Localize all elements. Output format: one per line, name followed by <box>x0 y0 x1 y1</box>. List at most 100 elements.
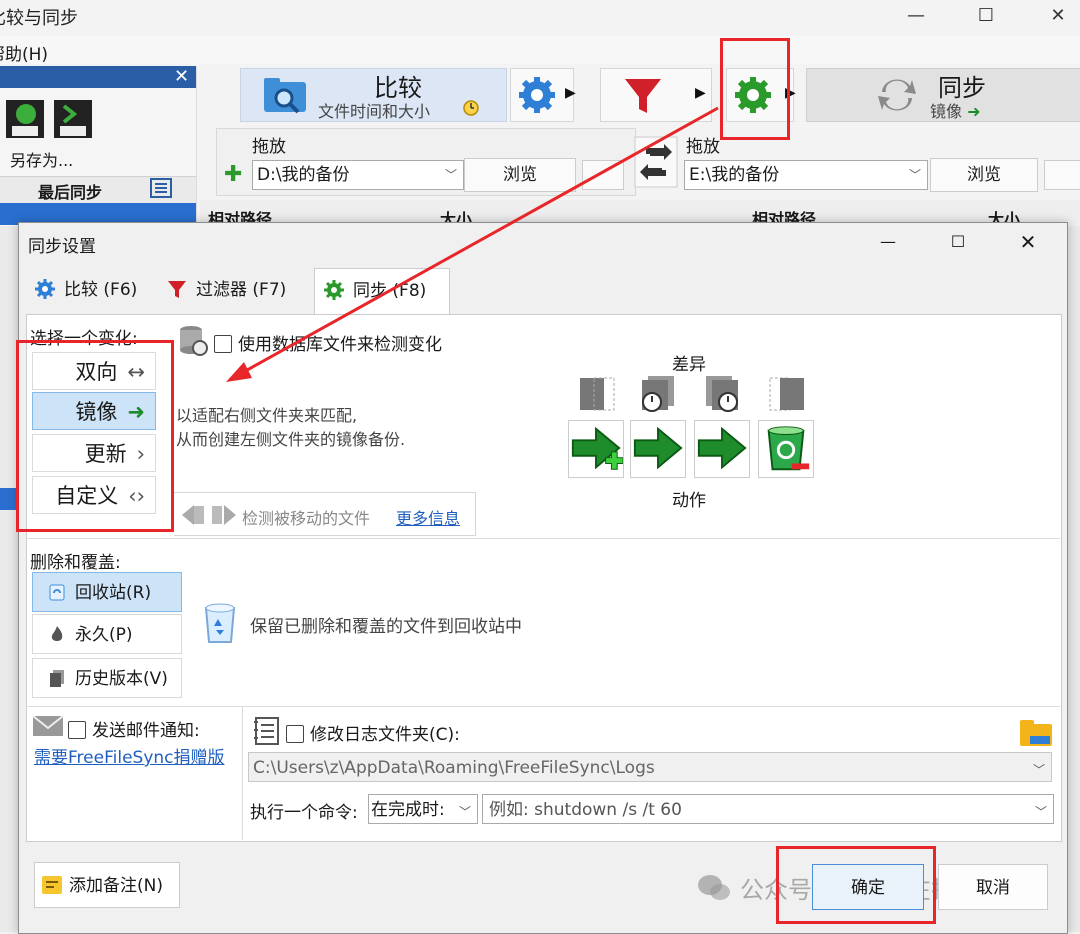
command-timing-select[interactable]: 在完成时: ﹀ <box>368 794 478 824</box>
sync-arrows-icon <box>878 79 916 111</box>
command-placeholder: 例如: shutdown /s /t 60 <box>489 800 682 820</box>
filter-button[interactable]: ▶ <box>600 68 712 122</box>
last-sync-label[interactable]: 最后同步 <box>38 179 102 203</box>
separator <box>26 538 1060 539</box>
left-folder-path-input[interactable]: D:\我的备份 ﹀ <box>252 160 464 190</box>
delete-option-label: 永久(P) <box>75 625 133 645</box>
right-browse-button[interactable]: 浏览 <box>930 158 1038 192</box>
green-gear-icon <box>324 280 344 300</box>
right-folder-path: E:\我的备份 <box>689 165 780 185</box>
add-note-button[interactable]: 添加备注(N) <box>34 862 180 908</box>
donation-edition-link[interactable]: 需要FreeFileSync捐赠版 <box>34 743 225 768</box>
sync-subtitle: 镜像 ➜ <box>930 98 981 122</box>
checkbox-box[interactable] <box>68 721 86 739</box>
more-info-link[interactable]: 更多信息 <box>396 505 460 529</box>
email-notification-checkbox[interactable]: 发送邮件通知: <box>68 716 200 741</box>
annotation-highlight-sync-settings <box>720 38 790 140</box>
cloud-icon[interactable] <box>582 160 624 190</box>
dialog-maximize-button[interactable]: ☐ <box>938 228 978 256</box>
compare-subtitle: 文件时间和大小 <box>318 102 431 121</box>
dialog-title: 同步设置 <box>28 237 96 257</box>
variant-description-line1: 以适配右侧文件夹来匹配, <box>176 406 358 425</box>
deletion-description: 保留已删除和覆盖的文件到回收站中 <box>250 617 522 637</box>
detect-moved-arrows-icon <box>182 505 236 525</box>
right-folder-path-input[interactable]: E:\我的备份 ﹀ <box>684 160 928 190</box>
checkbox-box[interactable] <box>214 335 232 353</box>
action-overwrite-right-button-2[interactable] <box>694 420 750 478</box>
green-arrow-icon <box>633 426 683 470</box>
filter-funnel-icon <box>625 79 661 113</box>
left-newer-file-icon <box>642 376 674 412</box>
list-icon[interactable] <box>150 178 172 198</box>
dialog-close-button[interactable]: ✕ <box>1008 228 1048 256</box>
add-folder-pair-icon[interactable]: ✚ <box>224 162 242 188</box>
sync-config-icons[interactable] <box>4 96 96 142</box>
sync-variant-label: 镜像 <box>930 102 963 121</box>
chevron-down-icon: ﹀ <box>908 168 921 182</box>
detect-moved-label: 检测被移动的文件 <box>242 509 371 528</box>
compare-settings-button[interactable]: ▶ <box>510 68 576 122</box>
versions-icon <box>50 670 64 687</box>
deletion-label: 删除和覆盖: <box>30 553 121 573</box>
run-command-label: 执行一个命令: <box>250 803 358 823</box>
chevron-down-icon: ﹀ <box>1034 805 1047 819</box>
tab-compare[interactable]: 比较 (F6) <box>26 268 156 312</box>
database-checkbox[interactable]: 使用数据库文件来检测变化 <box>214 330 442 355</box>
log-folder-path: C:\Users\z\AppData\Roaming\FreeFileSync\… <box>253 758 655 778</box>
left-browse-button[interactable]: 浏览 <box>464 158 576 192</box>
action-overwrite-right-button[interactable] <box>630 420 686 478</box>
swap-sides-icon[interactable] <box>634 136 678 188</box>
gear-icon <box>35 279 55 299</box>
right-only-file-icon <box>769 377 804 411</box>
tab-sync-label: 同步 (F8) <box>353 281 427 301</box>
chevron-down-icon: ﹀ <box>458 805 471 819</box>
main-close-button[interactable]: ✕ <box>1038 2 1078 30</box>
command-input[interactable]: 例如: shutdown /s /t 60 ﹀ <box>482 794 1054 824</box>
database-icon <box>180 326 208 356</box>
email-checkbox-label: 发送邮件通知: <box>92 721 200 741</box>
tab-filter-label: 过滤器 (F7) <box>196 280 287 300</box>
cancel-button[interactable]: 取消 <box>938 864 1048 910</box>
left-panel-close-icon[interactable]: ✕ <box>174 66 189 88</box>
tab-sync[interactable]: 同步 (F8) <box>314 268 450 315</box>
left-panel-edge <box>0 226 18 932</box>
dialog-minimize-button[interactable]: — <box>868 228 908 256</box>
checkbox-box[interactable] <box>286 725 304 743</box>
save-as-label[interactable]: 另存为... <box>10 147 73 171</box>
main-window-title: 比较与同步 <box>0 8 78 29</box>
add-note-label: 添加备注(N) <box>69 876 163 896</box>
green-arrow-icon <box>697 426 747 470</box>
delete-option-label: 回收站(R) <box>75 583 152 603</box>
log-checkbox-label: 修改日志文件夹(C): <box>310 725 460 745</box>
left-folder-path: D:\我的备份 <box>257 165 350 185</box>
tab-filter[interactable]: 过滤器 (F7) <box>158 268 308 312</box>
delete-versioning-button[interactable]: 历史版本(V) <box>32 658 182 698</box>
action-delete-right-button[interactable] <box>758 420 814 478</box>
right-newer-file-icon <box>706 376 738 412</box>
folder-browse-icon[interactable] <box>1018 716 1054 750</box>
main-minimize-button[interactable]: — <box>896 2 936 30</box>
dropdown-arrow-icon[interactable]: ▶ <box>695 85 706 101</box>
right-edge <box>1066 226 1080 932</box>
right-drop-label: 拖放 <box>686 137 720 157</box>
cloud-icon[interactable] <box>1044 160 1080 190</box>
log-folder-checkbox[interactable]: 修改日志文件夹(C): <box>286 720 460 745</box>
clock-icon <box>463 100 479 116</box>
log-folder-path-input[interactable]: C:\Users\z\AppData\Roaming\FreeFileSync\… <box>248 752 1052 782</box>
annotation-highlight-ok <box>776 846 936 924</box>
left-panel-header <box>0 66 196 88</box>
menu-help[interactable]: 帮助(H) <box>0 40 48 65</box>
main-maximize-button[interactable]: ☐ <box>966 2 1006 30</box>
left-drop-label: 拖放 <box>252 137 286 157</box>
left-only-file-icon <box>580 377 615 411</box>
action-create-right-button[interactable] <box>568 420 624 478</box>
main-menubar <box>0 36 1080 64</box>
mail-icon <box>32 715 64 736</box>
delete-permanent-button[interactable]: 永久(P) <box>32 614 182 654</box>
wechat-icon <box>698 875 730 900</box>
dropdown-arrow-icon[interactable]: ▶ <box>565 85 576 101</box>
separator <box>26 706 1060 707</box>
flame-icon <box>51 626 63 641</box>
delete-recycle-bin-button[interactable]: 回收站(R) <box>32 572 182 612</box>
action-label: 动作 <box>672 491 706 511</box>
